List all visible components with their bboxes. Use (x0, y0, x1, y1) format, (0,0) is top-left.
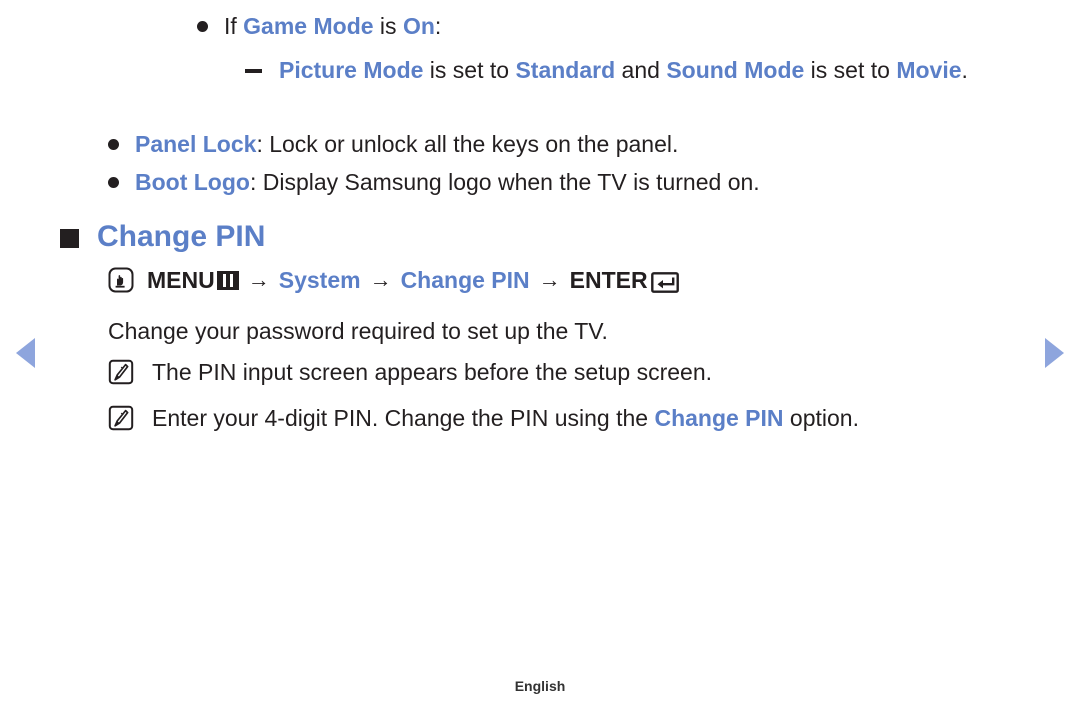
list-item-text: Boot Logo: Display Samsung logo when the… (135, 166, 760, 198)
list-item-boot-logo: Boot Logo: Display Samsung logo when the… (108, 166, 760, 198)
bullet-dash-icon (245, 69, 262, 73)
term-panel-lock: Panel Lock (135, 131, 257, 157)
bullet-dot-icon (108, 139, 119, 150)
bullet-dot-icon (197, 21, 208, 32)
term-sound-mode: Sound Mode (666, 57, 805, 83)
arrow-separator: → (369, 267, 392, 292)
note-pencil-icon (108, 405, 134, 431)
term-on: On (402, 13, 435, 39)
text-fragment: : Display Samsung logo when the TV is tu… (249, 169, 760, 195)
list-item-panel-lock: Panel Lock: Lock or unlock all the keys … (108, 128, 678, 160)
bullet-dot-icon (108, 177, 119, 188)
section-heading: Change PIN (60, 218, 265, 256)
footer-language-label: English (514, 678, 566, 694)
text-fragment: is (373, 13, 403, 39)
term-game-mode: Game Mode (243, 13, 374, 39)
menu-step-system[interactable]: System (279, 265, 361, 295)
term-boot-logo: Boot Logo (135, 169, 250, 195)
note-item: The PIN input screen appears before the … (108, 356, 712, 388)
text-fragment: Enter your 4-digit PIN. Change the PIN u… (152, 405, 655, 431)
text-fragment: : Lock or unlock all the keys on the pan… (256, 131, 679, 157)
arrow-separator: → (538, 267, 561, 292)
section-description: Change your password required to set up … (108, 318, 608, 344)
page-title: Change PIN (97, 220, 266, 253)
enter-return-icon (650, 270, 679, 293)
text-fragment: and (615, 57, 667, 83)
text-fragment: . (961, 57, 968, 83)
note-text: Enter your 4-digit PIN. Change the PIN u… (152, 402, 859, 434)
manual-page: If Game Mode is On: Picture Mode is set … (0, 0, 1080, 705)
term-picture-mode: Picture Mode (279, 57, 424, 83)
menu-label[interactable]: MENU (147, 265, 215, 295)
text-fragment: option. (783, 405, 859, 431)
nav-next-button[interactable] (1045, 338, 1064, 368)
term-movie: Movie (896, 57, 962, 83)
bullet-square-icon (60, 229, 79, 248)
nav-prev-button[interactable] (16, 338, 35, 368)
list-item-text: If Game Mode is On: (224, 10, 441, 42)
text-fragment: If (224, 13, 244, 39)
menu-path-breadcrumb: MENU → System → Change PIN → ENTER (108, 265, 679, 295)
arrow-separator: → (247, 267, 270, 292)
note-pencil-icon (108, 359, 134, 385)
text-fragment: is set to (423, 57, 516, 83)
menu-grid-icon (216, 270, 239, 290)
enter-label[interactable]: ENTER (570, 265, 648, 295)
note-text: The PIN input screen appears before the … (152, 359, 712, 385)
list-item-picture-mode: Picture Mode is set to Standard and Soun… (245, 54, 1005, 86)
term-standard: Standard (515, 57, 616, 83)
list-item-game-mode: If Game Mode is On: (197, 10, 441, 42)
text-fragment: is set to (804, 57, 897, 83)
menu-step-change-pin[interactable]: Change PIN (401, 265, 530, 295)
note-item: Enter your 4-digit PIN. Change the PIN u… (108, 402, 859, 434)
hand-press-icon (108, 267, 134, 293)
list-item-text: Panel Lock: Lock or unlock all the keys … (135, 128, 678, 160)
text-fragment: : (434, 13, 442, 39)
term-change-pin: Change PIN (654, 405, 784, 431)
list-item-text: Picture Mode is set to Standard and Soun… (279, 54, 968, 86)
